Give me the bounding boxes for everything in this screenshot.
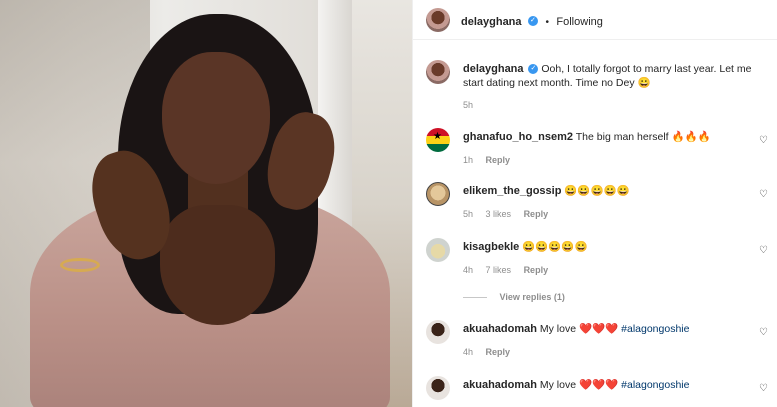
- verified-icon: ✓: [528, 64, 539, 75]
- comment-time: 4h: [463, 347, 474, 357]
- comment-body: 😀😀😀😀😀: [522, 241, 588, 253]
- comment-username[interactable]: kisagbekle: [463, 241, 519, 253]
- separator-dot: •: [545, 17, 549, 28]
- caption-avatar[interactable]: [426, 60, 450, 84]
- gossip-avatar[interactable]: [426, 182, 450, 206]
- comment-meta: 5h 3 likes Reply: [463, 209, 558, 219]
- hashtag-link[interactable]: #alagongoshie: [621, 323, 689, 335]
- comment-username[interactable]: akuahadomah: [463, 323, 537, 335]
- view-replies-line: [463, 297, 487, 299]
- caption-username[interactable]: delayghana: [463, 63, 524, 75]
- comment-text: elikem_the_gossip 😀😀😀😀😀: [463, 184, 752, 198]
- comment-time: 4h: [463, 265, 474, 275]
- akua-avatar[interactable]: [426, 376, 450, 400]
- comment-time: 1h: [463, 155, 474, 165]
- comment-body: The big man herself 🔥🔥🔥: [575, 131, 711, 143]
- comment-body: 😀😀😀😀😀: [564, 185, 630, 197]
- like-icon[interactable]: ♡: [759, 189, 768, 200]
- kisa-avatar[interactable]: [426, 238, 450, 262]
- comment-body: My love: [539, 379, 577, 391]
- photo-chest: [160, 205, 275, 325]
- photo-face: [162, 52, 270, 184]
- photo-bracelet: [60, 258, 100, 272]
- verified-icon: ✓: [527, 15, 538, 26]
- heart-emojis: ❤️❤️❤️: [579, 379, 619, 391]
- like-icon[interactable]: ♡: [759, 135, 768, 146]
- reply-button[interactable]: Reply: [524, 265, 549, 275]
- comment-meta: 1h Reply: [463, 155, 520, 165]
- heart-emojis: ❤️❤️❤️: [579, 323, 619, 335]
- akua-avatar[interactable]: [426, 320, 450, 344]
- post-header: delayghana ✓ • Following: [413, 0, 777, 40]
- comment-meta: 4h 7 likes Reply: [463, 265, 558, 275]
- author-username[interactable]: delayghana: [461, 16, 522, 28]
- hashtag-link[interactable]: #alagongoshie: [621, 379, 689, 391]
- comment-time: 5h: [463, 209, 474, 219]
- like-icon[interactable]: ♡: [759, 383, 768, 394]
- following-button[interactable]: Following: [556, 16, 602, 28]
- reply-button[interactable]: Reply: [486, 347, 511, 357]
- comment-text: ghanafuo_ho_nsem2 The big man herself 🔥🔥…: [463, 130, 752, 144]
- view-replies-label: View replies (1): [499, 292, 565, 302]
- comment-username[interactable]: akuahadomah: [463, 379, 537, 391]
- author-avatar[interactable]: [426, 8, 450, 32]
- like-icon[interactable]: ♡: [759, 327, 768, 338]
- caption-meta: 5h: [463, 100, 483, 110]
- ghana-flag-avatar[interactable]: [426, 128, 450, 152]
- view-replies-button[interactable]: View replies (1): [463, 292, 565, 302]
- post-photo: [0, 0, 412, 407]
- comment-text: kisagbekle 😀😀😀😀😀: [463, 240, 752, 254]
- caption-text: delayghana ✓ Ooh, I totally forgot to ma…: [463, 62, 752, 90]
- reply-button[interactable]: Reply: [486, 155, 511, 165]
- comment-likes[interactable]: 3 likes: [486, 209, 512, 219]
- comment-text: akuahadomah My love ❤️❤️❤️ #alagongoshie: [463, 378, 752, 392]
- comment-body: My love: [539, 323, 577, 335]
- header-info: delayghana ✓ • Following: [461, 12, 603, 30]
- reply-button[interactable]: Reply: [524, 209, 549, 219]
- comment-likes[interactable]: 7 likes: [486, 265, 512, 275]
- comment-text: akuahadomah My love ❤️❤️❤️ #alagongoshie: [463, 322, 752, 336]
- comment-meta: 4h Reply: [463, 347, 520, 357]
- caption-time: 5h: [463, 100, 474, 110]
- like-icon[interactable]: ♡: [759, 245, 768, 256]
- comment-username[interactable]: ghanafuo_ho_nsem2: [463, 131, 573, 143]
- comment-username[interactable]: elikem_the_gossip: [463, 185, 561, 197]
- comments-panel: delayghana ✓ • Following delayghana ✓ Oo…: [412, 0, 777, 407]
